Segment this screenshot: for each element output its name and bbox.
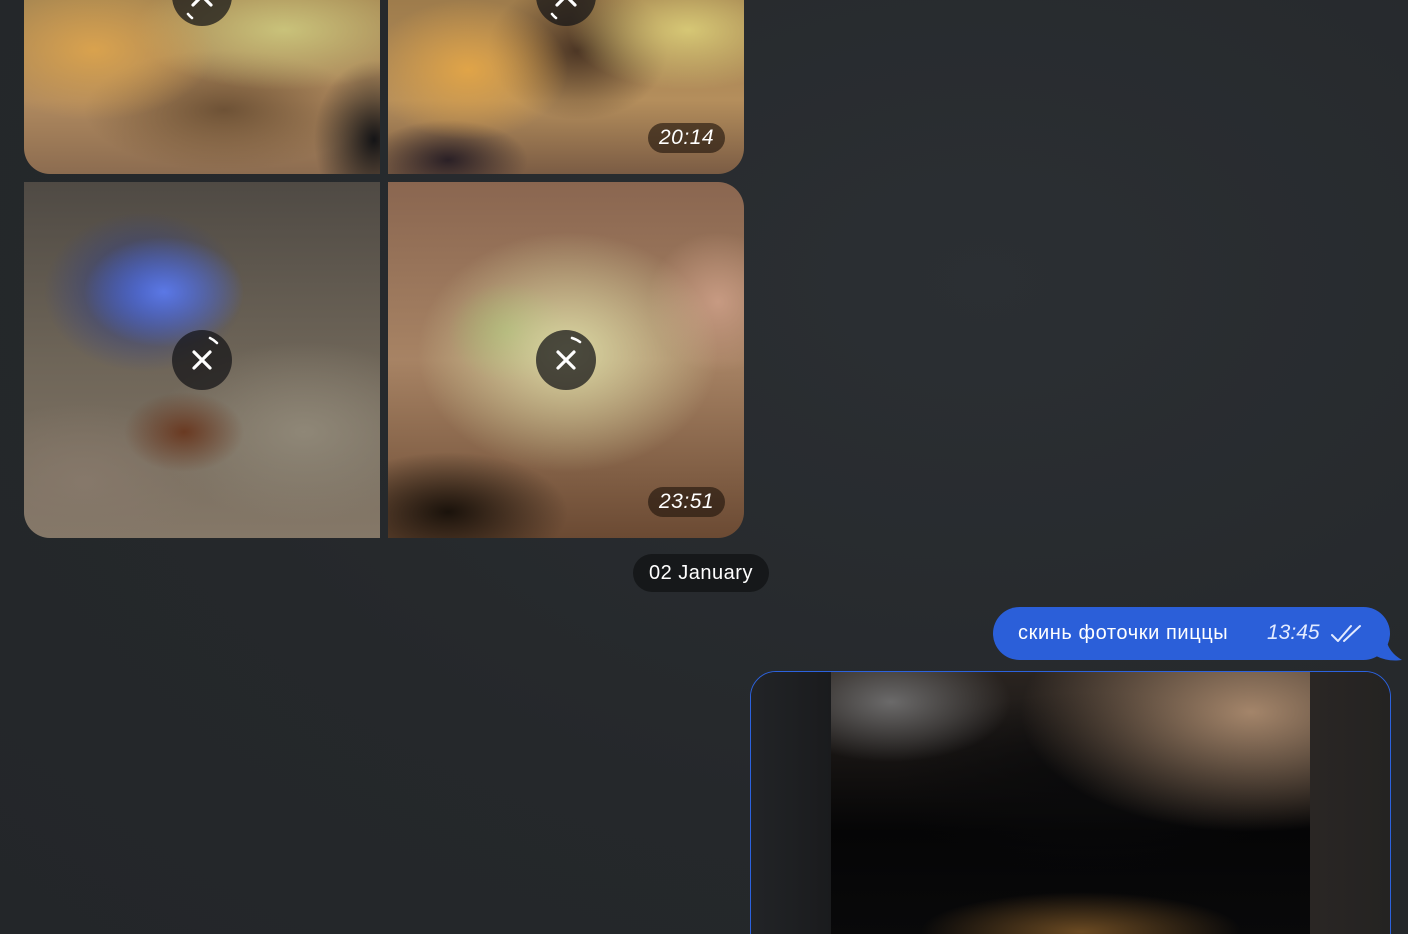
album-photo-1[interactable]	[24, 0, 380, 174]
photo-preview	[24, 0, 380, 174]
outgoing-media-message[interactable]	[750, 671, 1391, 934]
message-time: 23:51	[648, 487, 726, 517]
album-photo-3[interactable]	[24, 182, 380, 538]
photo-preview[interactable]	[831, 672, 1311, 934]
media-backdrop-left	[751, 672, 831, 934]
album-photo-2[interactable]: 20:14	[388, 0, 744, 174]
cancel-download-button[interactable]	[536, 330, 596, 390]
message-time: 20:14	[648, 123, 726, 153]
outgoing-message-bubble[interactable]: скинь фоточки пиццы 13:45	[993, 607, 1390, 660]
date-separator[interactable]: 02 January	[633, 554, 769, 592]
cancel-download-button[interactable]	[536, 0, 596, 26]
close-icon	[192, 336, 219, 370]
cancel-download-button[interactable]	[172, 0, 232, 26]
close-icon	[186, 0, 213, 20]
close-icon	[550, 0, 577, 20]
message-text: скинь фоточки пиццы	[1018, 622, 1229, 644]
message-time: 13:45	[1267, 621, 1320, 644]
album-photo-4[interactable]: 23:51	[388, 182, 744, 538]
close-icon	[556, 336, 582, 370]
double-check-icon	[1331, 625, 1361, 642]
cancel-download-button[interactable]	[172, 330, 232, 390]
media-backdrop-right	[1310, 672, 1390, 934]
chat-history: 20:14 23:51 02 January скинь фоточки пиц…	[0, 0, 1408, 934]
